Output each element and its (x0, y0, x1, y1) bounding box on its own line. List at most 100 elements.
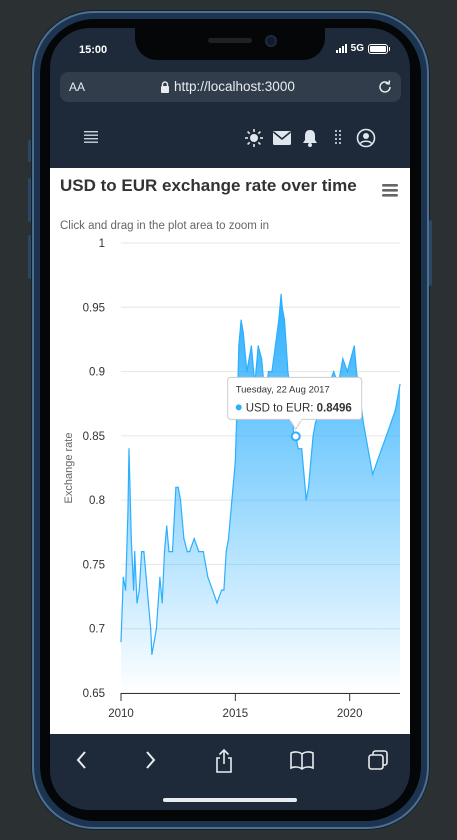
data-point (333, 371, 335, 373)
data-point (271, 371, 273, 373)
y-tick-label: 0.95 (83, 302, 105, 314)
exchange-rate-chart[interactable]: 0.65 0.7 0.75 0.8 0.85 0.9 0.95 1 Exchange rate 2… (50, 168, 410, 734)
data-point (202, 551, 204, 553)
data-point (312, 435, 314, 437)
data-point (342, 358, 344, 360)
chart-title: USD to EUR exchange rate over time (60, 176, 357, 195)
address-bar[interactable]: AA http://localhost:3000 (60, 72, 401, 102)
status-time: 15:00 (79, 44, 108, 56)
data-point (183, 538, 185, 540)
data-point (274, 345, 276, 347)
text-size-button[interactable]: AA (69, 80, 85, 94)
back-icon[interactable] (72, 748, 90, 777)
data-point (231, 499, 233, 501)
mail-icon[interactable] (268, 126, 296, 150)
speaker-grille (208, 38, 252, 43)
data-point (234, 461, 236, 463)
data-point (235, 422, 238, 424)
y-tick-label: 1 (99, 238, 105, 250)
data-point (394, 409, 396, 411)
data-point (372, 473, 374, 475)
data-point (227, 538, 230, 540)
y-axis-label: Exchange rate (63, 433, 75, 504)
data-point (216, 602, 218, 604)
battery-icon (368, 43, 390, 54)
data-point (166, 525, 168, 527)
home-indicator (163, 798, 297, 802)
forward-icon[interactable] (142, 748, 160, 777)
data-point (305, 499, 307, 501)
account-icon[interactable] (352, 126, 380, 150)
data-point (350, 358, 352, 360)
tooltip-pointer-mask (290, 417, 302, 421)
url-display[interactable]: http://localhost:3000 (160, 79, 295, 94)
data-point (240, 319, 242, 321)
side-button-power (429, 220, 432, 286)
data-point (141, 551, 143, 553)
data-point (376, 461, 378, 463)
data-point (128, 448, 130, 450)
data-point (381, 448, 383, 450)
notch (135, 28, 325, 60)
y-tick-label: 0.7 (89, 624, 105, 636)
app-header (50, 110, 410, 168)
data-point (122, 576, 124, 578)
side-button-volume-up (28, 178, 31, 222)
network-label: 5G (350, 43, 364, 54)
data-point (151, 653, 153, 655)
highlighted-point[interactable] (290, 431, 301, 442)
data-point (283, 319, 286, 321)
bookmarks-icon[interactable] (289, 748, 315, 777)
url-text: http://localhost:3000 (174, 79, 295, 94)
data-point (346, 371, 348, 373)
tabs-icon[interactable] (366, 748, 390, 777)
data-point (138, 589, 140, 591)
menu-icon[interactable] (84, 131, 98, 143)
header-actions (240, 126, 380, 150)
data-point (281, 306, 283, 308)
data-point (225, 551, 227, 553)
data-point (367, 448, 369, 450)
tooltip-series-dot (235, 404, 242, 411)
data-point (353, 345, 355, 347)
y-tick-label: 0.8 (89, 495, 105, 507)
hamburger-menu-icon[interactable] (382, 184, 398, 197)
data-point (133, 589, 135, 591)
data-point (179, 499, 182, 501)
status-indicators: 5G (335, 43, 390, 54)
data-point (159, 576, 161, 578)
data-point (250, 345, 252, 347)
data-point (127, 512, 129, 514)
x-tick-label: 2010 (108, 708, 134, 720)
signal-icon (335, 44, 347, 53)
data-point (211, 589, 214, 591)
data-point (175, 486, 177, 488)
y-tick-label: 0.85 (83, 431, 105, 443)
data-point (287, 371, 289, 373)
brightness-icon[interactable] (240, 126, 268, 150)
data-point (261, 358, 263, 360)
data-point (385, 435, 387, 437)
data-point (177, 486, 179, 488)
data-point (355, 371, 358, 373)
data-point (278, 319, 280, 321)
data-point (143, 551, 145, 553)
data-point (307, 486, 310, 488)
data-point (145, 576, 147, 578)
data-point (186, 551, 188, 553)
side-button-volume-down (28, 235, 31, 279)
data-point (120, 641, 122, 643)
data-point (163, 551, 166, 553)
x-tick-label: 2020 (337, 708, 363, 720)
apps-icon[interactable] (324, 126, 352, 150)
bell-icon[interactable] (296, 126, 324, 150)
data-point (297, 448, 299, 450)
data-point (155, 628, 157, 630)
data-point (150, 628, 152, 630)
share-icon[interactable] (214, 748, 234, 779)
data-point (362, 422, 364, 424)
reload-icon[interactable] (377, 79, 393, 95)
data-point (125, 589, 127, 591)
y-tick-label: 0.9 (89, 367, 105, 379)
data-point (238, 345, 240, 347)
